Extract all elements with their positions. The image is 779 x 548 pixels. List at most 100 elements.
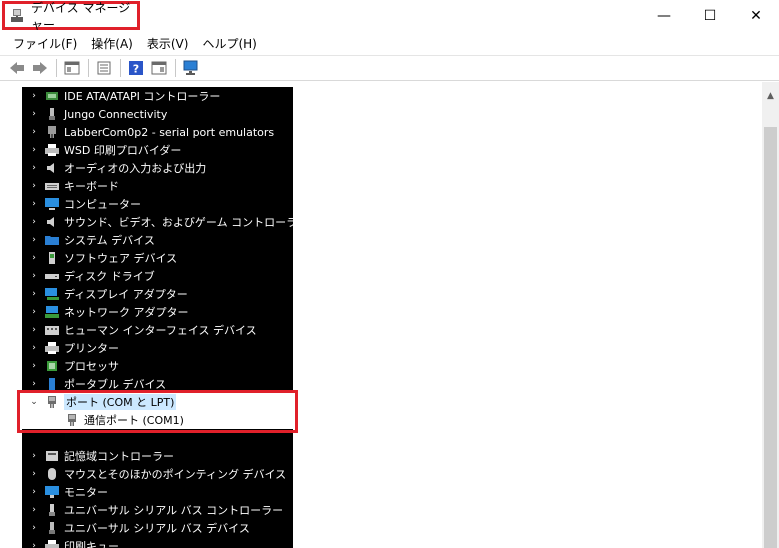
- toolbar-separator: [120, 59, 121, 77]
- tree-item-category[interactable]: › ネットワーク アダプター: [28, 303, 189, 321]
- chevron-right-icon[interactable]: ›: [28, 379, 40, 389]
- chevron-right-icon[interactable]: ›: [28, 127, 40, 137]
- tree-item-label: システム デバイス: [64, 234, 155, 247]
- tree-item-category[interactable]: › ディスク ドライブ: [28, 267, 155, 285]
- speaker-icon: [44, 215, 60, 229]
- printer-icon: [44, 143, 60, 157]
- tree-item-category[interactable]: › プロセッサ: [28, 357, 119, 375]
- tree-item-label: ネットワーク アダプター: [64, 306, 189, 319]
- tree-item-category[interactable]: › 印刷キュー: [28, 537, 119, 548]
- tree-item-category[interactable]: › プリンター: [28, 339, 119, 357]
- hid-icon: [44, 323, 60, 337]
- tree-item-category[interactable]: › LabberCom0p2 - serial port emulators: [28, 123, 274, 141]
- chevron-right-icon[interactable]: ›: [28, 343, 40, 353]
- speaker-icon: [44, 161, 60, 175]
- action-pane-icon[interactable]: [148, 57, 170, 79]
- keyboard-icon: [44, 179, 60, 193]
- processor-icon: [44, 359, 60, 373]
- tree-item-category[interactable]: › コンピューター: [28, 195, 141, 213]
- tree-item-category[interactable]: › マウスとそのほかのポインティング デバイス: [28, 465, 286, 483]
- chevron-right-icon[interactable]: ›: [28, 487, 40, 497]
- tree-item-category[interactable]: › WSD 印刷プロバイダー: [28, 141, 181, 159]
- tree-item-category[interactable]: › システム デバイス: [28, 231, 155, 249]
- chevron-right-icon[interactable]: ›: [28, 91, 40, 101]
- title-highlight-box: デバイス マネージャー: [2, 0, 140, 32]
- storage-controller-icon: [44, 449, 60, 463]
- help-icon[interactable]: ?: [125, 57, 147, 79]
- chevron-right-icon[interactable]: ›: [28, 163, 40, 173]
- tree-item-category[interactable]: › ユニバーサル シリアル バス デバイス: [28, 519, 250, 537]
- chevron-right-icon[interactable]: ›: [28, 235, 40, 245]
- tree-item-label: キーボード: [64, 180, 119, 193]
- window-title: デバイス マネージャー: [31, 0, 131, 32]
- vertical-scrollbar[interactable]: ▲: [762, 82, 779, 548]
- scroll-up-icon[interactable]: ▲: [762, 87, 779, 104]
- usb-controller-icon: [44, 503, 60, 517]
- chevron-right-icon[interactable]: ›: [28, 541, 40, 548]
- chevron-right-icon[interactable]: ›: [28, 451, 40, 461]
- computer-icon: [44, 197, 60, 211]
- tree-item-category[interactable]: › IDE ATA/ATAPI コントローラー: [28, 87, 220, 105]
- toolbar-separator: [88, 59, 89, 77]
- tree-item-category[interactable]: › オーディオの入力および出力: [28, 159, 206, 177]
- chevron-right-icon[interactable]: ›: [28, 253, 40, 263]
- chevron-right-icon[interactable]: ›: [28, 523, 40, 533]
- properties-icon[interactable]: [93, 57, 115, 79]
- usb-device-icon: [44, 107, 60, 121]
- chevron-right-icon[interactable]: ›: [28, 289, 40, 299]
- tree-item-label: IDE ATA/ATAPI コントローラー: [64, 90, 221, 103]
- tree-item-category[interactable]: › ディスプレイ アダプター: [28, 285, 188, 303]
- tree-item-category[interactable]: › モニター: [28, 483, 108, 501]
- chevron-right-icon[interactable]: ›: [28, 271, 40, 281]
- network-adapter-icon: [44, 305, 60, 319]
- scan-hardware-icon[interactable]: [180, 57, 202, 79]
- chevron-right-icon[interactable]: ›: [28, 199, 40, 209]
- chevron-right-icon[interactable]: ›: [28, 181, 40, 191]
- chevron-right-icon[interactable]: ›: [28, 109, 40, 119]
- chevron-right-icon[interactable]: ›: [28, 145, 40, 155]
- tree-item-category[interactable]: › サウンド、ビデオ、およびゲーム コントローラー: [28, 213, 308, 231]
- menu-action[interactable]: 操作(A): [84, 35, 140, 52]
- chevron-right-icon[interactable]: ›: [28, 307, 40, 317]
- content-area: › IDE ATA/ATAPI コントローラー › Jungo Connectivit…: [0, 82, 779, 548]
- folder-icon: [44, 233, 60, 247]
- toolbar-separator: [175, 59, 176, 77]
- chevron-right-icon[interactable]: ›: [28, 469, 40, 479]
- close-button[interactable]: ✕: [733, 0, 779, 32]
- port-plug-icon: [44, 125, 60, 139]
- tree-item-category[interactable]: › キーボード: [28, 177, 119, 195]
- scrollbar-thumb[interactable]: [764, 127, 777, 548]
- title-bar: デバイス マネージャー — ☐ ✕: [0, 0, 779, 32]
- tree-item-label: ディスプレイ アダプター: [64, 288, 188, 301]
- menu-help[interactable]: ヘルプ(H): [195, 35, 263, 52]
- forward-arrow-icon[interactable]: [29, 57, 51, 79]
- tree-item-label: オーディオの入力および出力: [64, 162, 207, 175]
- chevron-right-icon[interactable]: ›: [28, 361, 40, 371]
- tree-item-label: プリンター: [64, 342, 119, 355]
- tree-item-label: ディスク ドライブ: [64, 270, 155, 283]
- tree-item-category[interactable]: › ソフトウェア デバイス: [28, 249, 177, 267]
- chevron-right-icon[interactable]: ›: [28, 325, 40, 335]
- back-arrow-icon[interactable]: [6, 57, 28, 79]
- tree-item-label: 印刷キュー: [64, 540, 119, 548]
- printer-icon: [44, 341, 60, 355]
- tree-item-label: Jungo Connectivity: [64, 107, 168, 121]
- tree-item-label: モニター: [64, 486, 108, 499]
- tree-item-category[interactable]: › 記憶域コントローラー: [28, 447, 174, 465]
- ports-highlight-box: [17, 390, 298, 433]
- show-hide-console-tree-icon[interactable]: [61, 57, 83, 79]
- usb-device-icon: [44, 521, 60, 535]
- minimize-button[interactable]: —: [641, 0, 687, 32]
- chevron-right-icon[interactable]: ›: [28, 217, 40, 227]
- toolbar-separator: [56, 59, 57, 77]
- maximize-button[interactable]: ☐: [687, 0, 733, 32]
- tree-item-category[interactable]: › ヒューマン インターフェイス デバイス: [28, 321, 256, 339]
- svg-text:?: ?: [133, 63, 139, 76]
- menu-view[interactable]: 表示(V): [140, 35, 196, 52]
- chevron-right-icon[interactable]: ›: [28, 505, 40, 515]
- monitor-icon: [44, 485, 60, 499]
- tree-item-category[interactable]: › Jungo Connectivity: [28, 105, 167, 123]
- tree-item-label: ソフトウェア デバイス: [64, 252, 178, 265]
- menu-file[interactable]: ファイル(F): [6, 35, 84, 52]
- tree-item-category[interactable]: › ユニバーサル シリアル バス コントローラー: [28, 501, 283, 519]
